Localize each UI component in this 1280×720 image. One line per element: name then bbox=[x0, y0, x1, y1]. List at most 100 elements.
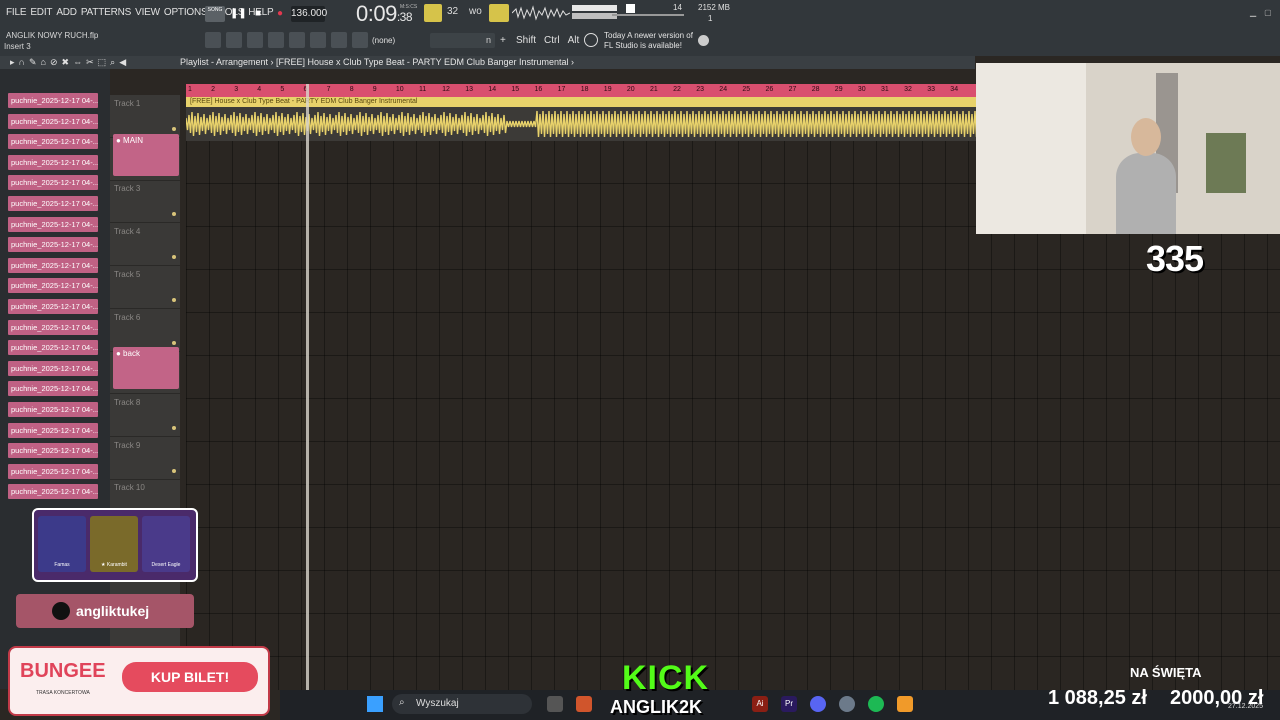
track-led-icon[interactable] bbox=[172, 297, 176, 302]
brave-icon[interactable] bbox=[576, 696, 592, 712]
track-header[interactable]: Track 6 bbox=[110, 309, 180, 352]
browser-item[interactable]: puchnie_2025-12-17 04-... bbox=[8, 299, 98, 314]
track-clip-block[interactable]: ● back bbox=[113, 347, 179, 390]
song-position-slider[interactable] bbox=[612, 14, 684, 16]
browser-item[interactable]: puchnie_2025-12-17 04-... bbox=[8, 484, 98, 500]
menu-add[interactable]: ADD bbox=[56, 7, 77, 18]
magnet-icon[interactable]: ∩ bbox=[19, 57, 25, 68]
record-button[interactable]: ● bbox=[273, 7, 287, 21]
browser-item[interactable]: puchnie_2025-12-17 04-... bbox=[8, 154, 98, 170]
browser-item[interactable]: puchnie_2025-12-17 04-... bbox=[8, 463, 98, 479]
pattern-selector[interactable]: (none) bbox=[372, 36, 395, 45]
discord-icon[interactable] bbox=[810, 696, 826, 712]
online-icon[interactable] bbox=[698, 35, 709, 46]
slip-tool-icon[interactable]: ⇔ bbox=[73, 57, 82, 68]
microphone-icon[interactable] bbox=[352, 32, 368, 48]
tempo-knob-icon[interactable] bbox=[626, 4, 635, 13]
playhead-marker[interactable] bbox=[306, 84, 310, 690]
browser-item[interactable]: puchnie_2025-12-17 04-... bbox=[8, 360, 98, 376]
spotify-icon[interactable] bbox=[868, 696, 884, 712]
browser-item[interactable]: puchnie_2025-12-17 04-... bbox=[8, 237, 98, 253]
pattern-field[interactable]: n bbox=[430, 33, 495, 48]
menu-file[interactable]: FILE bbox=[6, 7, 27, 18]
stop-button[interactable]: ■ bbox=[251, 7, 265, 21]
shift-key[interactable]: Shift bbox=[516, 35, 536, 46]
delete-tool-icon[interactable]: ⊘ bbox=[50, 57, 58, 68]
plugin-picker-icon[interactable] bbox=[310, 32, 326, 48]
browser-item[interactable]: puchnie_2025-12-17 04-... bbox=[8, 257, 98, 273]
paint-icon[interactable]: ⌂ bbox=[41, 57, 46, 68]
browser-item[interactable]: puchnie_2025-12-17 04-... bbox=[8, 175, 98, 191]
playback-tool-icon[interactable]: ◀ bbox=[119, 57, 126, 68]
track-led-icon[interactable] bbox=[172, 127, 176, 131]
browser-item[interactable]: puchnie_2025-12-17 04-... bbox=[8, 443, 98, 459]
select-tool-icon[interactable]: ⬚ bbox=[98, 57, 107, 68]
maximize-icon[interactable]: ▢ bbox=[1264, 8, 1272, 17]
mute-tool-icon[interactable]: ✖ bbox=[62, 57, 70, 68]
add-pattern-icon[interactable]: + bbox=[500, 35, 506, 46]
menu-edit[interactable]: EDIT bbox=[30, 7, 52, 18]
browser-item[interactable]: puchnie_2025-12-17 04-... bbox=[8, 113, 98, 129]
master-volume-slider[interactable] bbox=[572, 5, 617, 11]
track-name: ● back bbox=[116, 349, 140, 359]
countdown-icon[interactable] bbox=[489, 4, 509, 22]
mixer-icon[interactable] bbox=[268, 32, 284, 48]
metronome-icon[interactable] bbox=[424, 4, 442, 22]
zoom-tool-icon[interactable]: ⌕ bbox=[110, 57, 115, 68]
ruler-tick-label: 23 bbox=[696, 86, 704, 93]
windows-start-icon[interactable] bbox=[367, 696, 383, 712]
track-led-icon[interactable] bbox=[172, 340, 176, 345]
track-header[interactable]: Track 9 bbox=[110, 437, 180, 480]
browser-item[interactable]: puchnie_2025-12-17 04-... bbox=[8, 381, 98, 397]
timeline-ruler[interactable]: 1234567891011121314151617181920212223242… bbox=[186, 84, 976, 97]
menu-options[interactable]: OPTIONS bbox=[164, 7, 208, 18]
browser-item[interactable]: puchnie_2025-12-17 04-... bbox=[8, 93, 98, 108]
browser-item[interactable]: puchnie_2025-12-17 04-... bbox=[8, 402, 98, 417]
browser-item[interactable]: puchnie_2025-12-17 04-... bbox=[8, 134, 98, 150]
track-led-icon[interactable] bbox=[172, 425, 176, 430]
step-edit-icon[interactable]: 32 bbox=[447, 6, 458, 17]
browser-item[interactable]: puchnie_2025-12-17 04-... bbox=[8, 196, 98, 211]
premiere-icon[interactable]: Pr bbox=[781, 696, 797, 712]
news-icon[interactable] bbox=[584, 33, 598, 47]
wait-input-icon[interactable]: wo bbox=[469, 6, 482, 17]
pause-button[interactable]: ❚❚ bbox=[230, 7, 247, 21]
task-view-icon[interactable] bbox=[547, 696, 563, 712]
piano-roll-icon[interactable] bbox=[226, 32, 242, 48]
slice-tool-icon[interactable]: ✂ bbox=[86, 57, 94, 68]
fl-studio-icon[interactable] bbox=[897, 696, 913, 712]
menu-view[interactable]: VIEW bbox=[135, 7, 160, 18]
browser-item[interactable]: puchnie_2025-12-17 04-... bbox=[8, 422, 98, 438]
track-led-icon[interactable] bbox=[172, 255, 176, 260]
play-arrow-icon[interactable]: ▸ bbox=[10, 57, 15, 68]
ctrl-key[interactable]: Ctrl bbox=[544, 35, 560, 46]
browser-item[interactable]: puchnie_2025-12-17 04-... bbox=[8, 278, 98, 294]
audio-clip-waveform[interactable] bbox=[186, 107, 976, 141]
browser-item[interactable]: puchnie_2025-12-17 04-... bbox=[8, 340, 98, 356]
tempo-display[interactable]: 136.000 bbox=[291, 6, 327, 22]
alt-key[interactable]: Alt bbox=[568, 35, 580, 46]
illustrator-icon[interactable]: Ai bbox=[752, 696, 768, 712]
track-header[interactable]: Track 3 bbox=[110, 180, 180, 224]
track-header[interactable]: Track 1 bbox=[110, 95, 180, 138]
master-pitch-slider[interactable] bbox=[572, 13, 617, 19]
playlist-icon[interactable] bbox=[205, 32, 221, 48]
arrow-right-icon[interactable] bbox=[331, 32, 347, 48]
browser-item[interactable]: puchnie_2025-12-17 04-... bbox=[8, 319, 98, 335]
track-led-icon[interactable] bbox=[172, 212, 176, 217]
track-header[interactable]: Track 8 bbox=[110, 394, 180, 437]
menu-patterns[interactable]: PATTERNS bbox=[81, 7, 131, 18]
track-header[interactable]: Track 4 bbox=[110, 223, 180, 267]
browser-icon[interactable] bbox=[289, 32, 305, 48]
pencil-icon[interactable]: ✎ bbox=[29, 57, 37, 68]
track-clip-block[interactable]: ● MAIN bbox=[113, 133, 179, 176]
track-header[interactable]: Track 5 bbox=[110, 266, 180, 309]
browser-item[interactable]: puchnie_2025-12-17 04-... bbox=[8, 216, 98, 232]
track-led-icon[interactable] bbox=[172, 468, 176, 473]
channel-rack-icon[interactable] bbox=[247, 32, 263, 48]
settings-icon[interactable] bbox=[839, 696, 855, 712]
update-notice[interactable]: Today A newer version of FL Studio is av… bbox=[604, 31, 693, 51]
taskbar-search[interactable] bbox=[392, 694, 532, 714]
minimize-icon[interactable]: ▁ bbox=[1250, 8, 1256, 17]
pattern-song-toggle[interactable]: SONG bbox=[205, 6, 225, 22]
